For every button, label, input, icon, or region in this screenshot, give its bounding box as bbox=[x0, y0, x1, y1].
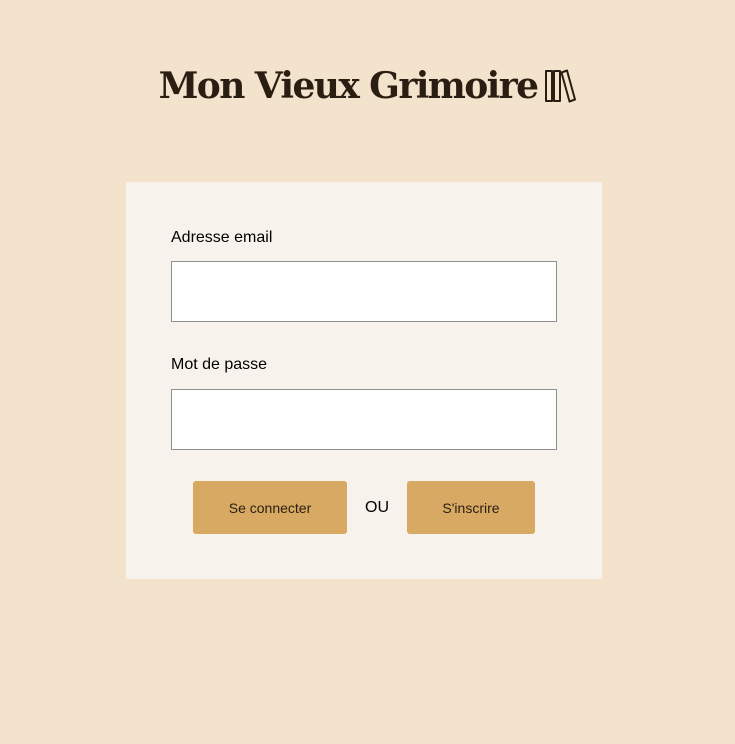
login-card: Adresse email Mot de passe Se connecter … bbox=[126, 182, 602, 579]
password-field[interactable] bbox=[171, 389, 557, 450]
books-icon bbox=[545, 69, 577, 103]
email-label: Adresse email bbox=[171, 229, 273, 246]
site-logo[interactable]: Mon Vieux Grimoire bbox=[0, 64, 735, 108]
logo-text: Mon Vieux Grimoire bbox=[158, 65, 539, 107]
password-label: Mot de passe bbox=[171, 356, 268, 373]
or-separator: OU bbox=[365, 499, 389, 516]
signup-button[interactable]: S'inscrire bbox=[407, 481, 535, 534]
email-field[interactable] bbox=[171, 261, 557, 322]
login-button[interactable]: Se connecter bbox=[193, 481, 347, 534]
